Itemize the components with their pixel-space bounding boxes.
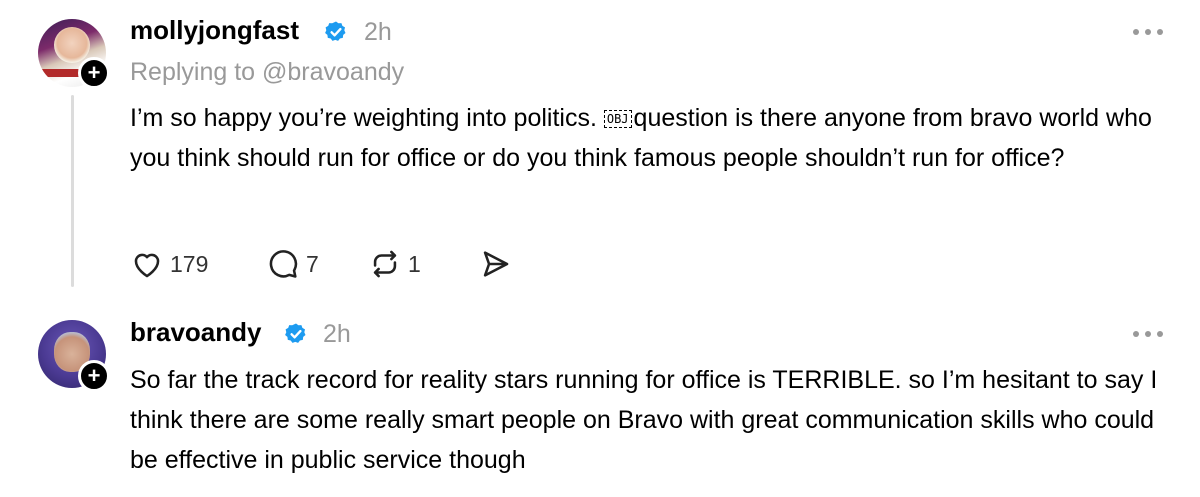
username-bravoandy[interactable]: bravoandy	[130, 317, 262, 348]
username-mollyjongfast[interactable]: mollyjongfast	[130, 15, 299, 46]
reply-text: So far the track record for reality star…	[130, 366, 1158, 474]
more-icon[interactable]	[1130, 328, 1166, 340]
reply-count: 7	[306, 250, 319, 277]
replying-to[interactable]: Replying to @bravoandy	[130, 58, 404, 87]
follow-plus-icon[interactable]: +	[78, 57, 110, 89]
follow-plus-icon[interactable]: +	[78, 360, 110, 392]
repost-button[interactable]: 1	[368, 244, 421, 284]
share-button[interactable]	[478, 244, 512, 284]
more-icon[interactable]	[1130, 26, 1166, 38]
reply-button[interactable]: 7	[266, 244, 319, 284]
verified-badge-icon	[325, 21, 346, 41]
reply-time[interactable]: 2h	[323, 320, 351, 349]
thread-line	[71, 95, 74, 287]
like-button[interactable]: 179	[130, 244, 208, 284]
post-text: I’m so happy you’re weighting into polit…	[130, 98, 1170, 178]
verified-badge-icon	[285, 323, 306, 343]
obj-replacement-glyph: OBJ	[603, 110, 632, 128]
heart-icon	[134, 253, 160, 278]
repost-count: 1	[408, 250, 421, 277]
send-icon	[483, 251, 509, 277]
avatar-face	[54, 27, 90, 63]
post-time[interactable]: 2h	[364, 18, 392, 47]
post-text-part1: I’m so happy you’re weighting into polit…	[130, 104, 604, 132]
comment-icon	[269, 250, 298, 278]
repost-icon	[373, 250, 397, 278]
like-count: 179	[170, 250, 209, 277]
